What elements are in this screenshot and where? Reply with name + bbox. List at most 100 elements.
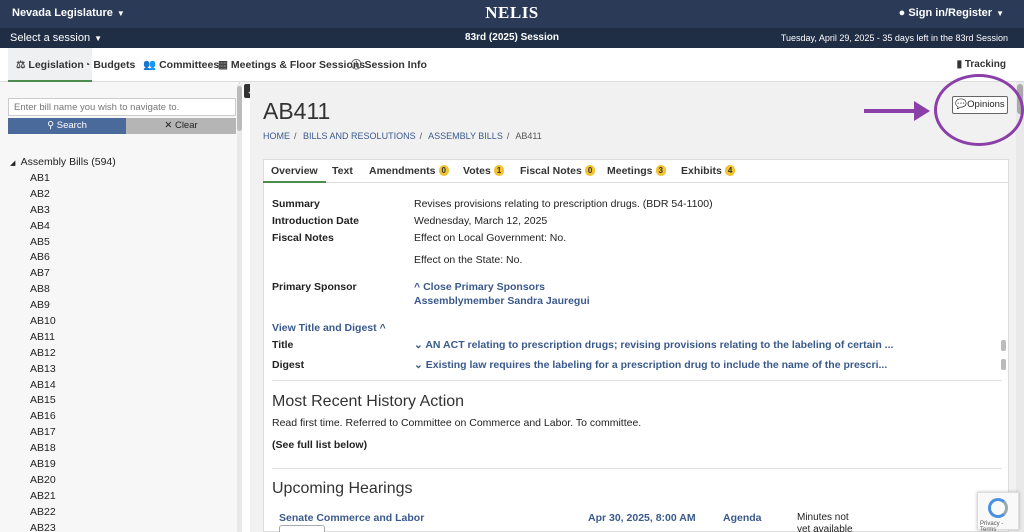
search-button[interactable]: ⚲ Search (8, 118, 126, 134)
bill-list-item[interactable]: AB4 (30, 220, 56, 236)
tab-overview[interactable]: Overview (263, 160, 326, 183)
nav-committees[interactable]: 👥 Committees (143, 48, 219, 82)
nav-session-info[interactable]: ⓘ Session Info (351, 48, 427, 82)
chevron-up-icon: ^ (379, 322, 386, 334)
breadcrumb-current: AB411 (515, 131, 542, 141)
sponsor-link[interactable]: Assemblymember Sandra Jauregui (414, 295, 590, 307)
bill-list-item[interactable]: AB12 (30, 347, 56, 363)
tab-fiscal-notes[interactable]: Fiscal Notes 0 (520, 160, 596, 183)
gavel-icon: ⚖ (16, 59, 26, 71)
top-bar: Nevada Legislature ▼ NELIS ● Sign in/Regi… (0, 0, 1024, 28)
breadcrumb-separator: / (294, 131, 297, 141)
digest-label: Digest (272, 359, 305, 371)
title-expand-link[interactable]: ⌄ AN ACT relating to prescription drugs;… (414, 339, 893, 351)
chevron-up-icon: ^ (414, 281, 421, 293)
view-title-digest-label: View Title and Digest (272, 322, 377, 334)
hearing-minutes: Minutes not yet available (797, 512, 853, 532)
tab-meetings[interactable]: Meetings 3 (607, 160, 666, 183)
bill-list-item[interactable]: AB7 (30, 267, 56, 283)
bill-list-item[interactable]: AB6 (30, 251, 56, 267)
tab-votes[interactable]: Votes 1 (463, 160, 505, 183)
signin-menu[interactable]: ● Sign in/Register ▼ (899, 7, 1004, 19)
bill-list-item[interactable]: AB22 (30, 506, 56, 522)
bill-list-item[interactable]: AB15 (30, 394, 56, 410)
sidebar-scroll-thumb[interactable] (237, 86, 242, 131)
bill-list-item[interactable]: AB8 (30, 283, 56, 299)
tree-node-assembly-bills[interactable]: ◢ Assembly Bills (594) (10, 156, 116, 168)
sidebar-scrollbar[interactable] (237, 84, 242, 532)
highlight-arrow-icon (864, 101, 930, 121)
tab-label: Text (332, 165, 353, 177)
chevron-down-icon: ⌄ (414, 339, 423, 351)
title-scrollbar[interactable] (1001, 340, 1006, 351)
tab-text[interactable]: Text (332, 160, 353, 183)
calendar-icon: ▦ (218, 59, 228, 71)
close-sponsors-link[interactable]: ^ Close Primary Sponsors (414, 281, 545, 293)
count-badge: 3 (655, 165, 666, 176)
hearing-agenda-link[interactable]: Agenda (723, 512, 762, 524)
clear-button[interactable]: ✕ Clear (126, 118, 236, 134)
bill-list-item[interactable]: AB23 (30, 522, 56, 532)
primary-sponsor-label: Primary Sponsor (272, 281, 357, 293)
history-text: Read first time. Referred to Committee o… (272, 417, 642, 429)
bill-list-item[interactable]: AB18 (30, 442, 56, 458)
hearing-watch-button[interactable] (279, 525, 325, 532)
breadcrumb-assembly-bills[interactable]: ASSEMBLY BILLS (428, 131, 503, 141)
main-scrollbar[interactable] (1016, 82, 1024, 532)
tab-label: Exhibits (681, 165, 722, 177)
bill-list-item[interactable]: AB1 (30, 172, 56, 188)
tab-label: Meetings (607, 165, 653, 177)
history-heading: Most Recent History Action (272, 393, 465, 410)
summary-label: Summary (272, 198, 320, 210)
tab-amendments[interactable]: Amendments 0 (369, 160, 449, 183)
nav-meetings[interactable]: ▦ Meetings & Floor Sessions (218, 48, 365, 82)
page-title: AB411 (263, 98, 331, 124)
view-title-digest-toggle[interactable]: View Title and Digest ^ (272, 322, 386, 334)
count-badge: 0 (438, 165, 449, 176)
bill-list-item[interactable]: AB9 (30, 299, 56, 315)
breadcrumb-home[interactable]: HOME (263, 131, 290, 141)
nav-legislation[interactable]: ⚖ Legislation (8, 48, 92, 82)
summary-value: Revises provisions relating to prescript… (414, 198, 713, 210)
bill-list-item[interactable]: AB11 (30, 331, 56, 347)
intro-date-value: Wednesday, March 12, 2025 (414, 215, 548, 227)
tab-label: Fiscal Notes (520, 165, 582, 177)
bill-list-item[interactable]: AB2 (30, 188, 56, 204)
tab-label: Overview (271, 165, 318, 177)
hearing-committee-link[interactable]: Senate Commerce and Labor (279, 512, 424, 524)
bill-search-input[interactable]: Enter bill name you wish to navigate to. (8, 98, 236, 116)
bill-list-item[interactable]: AB5 (30, 236, 56, 252)
clear-label: Clear (174, 120, 198, 131)
divider (272, 468, 1002, 469)
tracking-label: Tracking (964, 59, 1006, 70)
breadcrumb: HOME / BILLS AND RESOLUTIONS / ASSEMBLY BI… (263, 131, 546, 141)
bill-list-item[interactable]: AB10 (30, 315, 56, 331)
bill-list-item[interactable]: AB13 (30, 363, 56, 379)
bill-tabs: Overview Text Amendments 0 Votes 1 Fiscal … (263, 160, 1009, 183)
bill-list-item[interactable]: AB19 (30, 458, 56, 474)
bill-list-item[interactable]: AB20 (30, 474, 56, 490)
caret-down-icon: ▼ (996, 9, 1004, 18)
recaptcha-badge[interactable]: Privacy - Terms (977, 492, 1019, 532)
close-icon: ✕ (164, 120, 173, 131)
breadcrumb-bills[interactable]: BILLS AND RESOLUTIONS (303, 131, 416, 141)
caret-down-icon: ▼ (116, 9, 125, 18)
bill-list-item[interactable]: AB16 (30, 410, 56, 426)
nav-budgets[interactable]: ◔ Budgets (84, 48, 135, 82)
bill-list-item[interactable]: AB21 (30, 490, 56, 506)
brand-menu[interactable]: Nevada Legislature ▼ (12, 7, 125, 19)
recaptcha-icon (988, 498, 1008, 518)
fiscal-notes-label: Fiscal Notes (272, 232, 334, 244)
session-select[interactable]: Select a session ▼ (10, 32, 102, 44)
intro-date-label: Introduction Date (272, 215, 359, 227)
digest-scrollbar[interactable] (1001, 359, 1006, 370)
close-sponsors-label: Close Primary Sponsors (423, 281, 546, 293)
recaptcha-text: Privacy - Terms (980, 521, 1004, 532)
bill-list-item[interactable]: AB17 (30, 426, 56, 442)
bill-list-item[interactable]: AB14 (30, 379, 56, 395)
tracking-link[interactable]: ▮ Tracking (957, 59, 1006, 70)
digest-expand-link[interactable]: ⌄ Existing law requires the labeling for… (414, 359, 887, 371)
tab-exhibits[interactable]: Exhibits 4 (681, 160, 736, 183)
bill-list-item[interactable]: AB3 (30, 204, 56, 220)
main-nav: ⚖ Legislation ◔ Budgets 👥 Committees ▦ Meeti… (0, 48, 1024, 82)
